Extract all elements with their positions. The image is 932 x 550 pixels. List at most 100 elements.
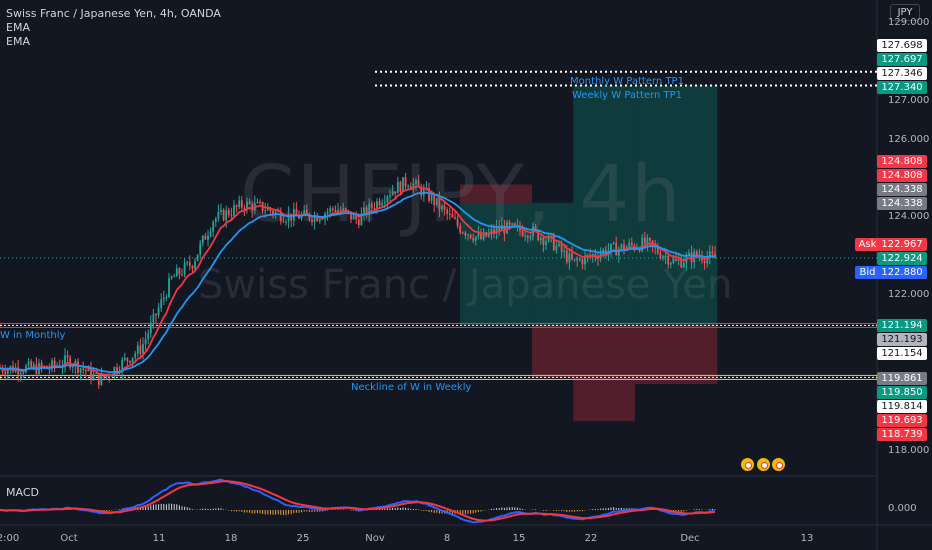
candle[interactable] [131,357,134,363]
ema-indicator-1[interactable]: EMA [6,21,221,35]
candle[interactable] [282,221,285,223]
candle[interactable] [433,194,436,206]
candle[interactable] [181,274,183,276]
candle[interactable] [225,210,228,221]
candle[interactable] [404,177,407,187]
candle[interactable] [144,338,147,345]
candle[interactable] [79,368,82,373]
candle[interactable] [477,233,480,237]
position-profit-zone[interactable] [460,202,533,326]
candle[interactable] [451,213,454,218]
candle[interactable] [363,207,365,214]
candle[interactable] [4,371,7,374]
candle[interactable] [539,237,542,241]
candle[interactable] [40,362,43,367]
candle[interactable] [334,210,337,212]
candle[interactable] [448,213,451,215]
candle[interactable] [430,194,433,201]
candle[interactable] [217,211,220,219]
candle[interactable] [664,255,667,257]
candle[interactable] [669,262,672,265]
candle[interactable] [415,180,417,184]
chart-canvas[interactable] [0,0,932,550]
candle[interactable] [662,256,664,259]
candle[interactable] [568,253,571,263]
candle[interactable] [248,201,251,204]
candle[interactable] [27,361,30,366]
candle[interactable] [191,265,194,269]
candle[interactable] [357,219,360,226]
candle[interactable] [209,231,212,236]
candle[interactable] [446,209,449,214]
candle[interactable] [573,258,576,260]
candle[interactable] [321,218,324,220]
candle[interactable] [438,198,441,210]
candle[interactable] [529,236,532,238]
candle[interactable] [92,373,95,379]
candle[interactable] [222,209,225,221]
candle[interactable] [95,372,98,374]
candle[interactable] [474,236,477,241]
candle[interactable] [259,201,261,203]
candle[interactable] [256,201,259,203]
candle[interactable] [456,218,459,226]
candle[interactable] [339,209,342,211]
candle[interactable] [649,237,651,241]
candle[interactable] [188,262,191,266]
candle[interactable] [672,258,675,263]
candle[interactable] [680,260,683,268]
candle[interactable] [30,361,33,368]
candle[interactable] [464,232,467,236]
candle[interactable] [581,259,584,265]
candle[interactable] [243,207,246,210]
candle[interactable] [610,243,612,251]
candle[interactable] [667,255,670,265]
candle[interactable] [344,208,347,211]
candle[interactable] [469,234,472,239]
candle[interactable] [628,242,631,247]
candle[interactable] [155,313,157,316]
position-loss-zone[interactable] [573,325,635,422]
candle[interactable] [204,235,207,240]
candle[interactable] [331,208,334,211]
candle[interactable] [129,360,131,363]
candle[interactable] [682,263,685,268]
neckline-annotation[interactable]: Neckline of W in Weekly [351,382,471,393]
candle[interactable] [165,297,168,299]
candle[interactable] [524,235,527,237]
candle[interactable] [19,373,22,375]
candle[interactable] [443,205,446,210]
candle[interactable] [53,360,56,366]
candle[interactable] [399,181,402,193]
candle[interactable] [578,259,581,261]
candle[interactable] [467,234,469,236]
candle[interactable] [521,230,524,236]
position-profit-zone[interactable] [634,85,718,326]
ema-indicator-2[interactable]: EMA [6,35,221,49]
candle[interactable] [391,191,394,196]
candle[interactable] [386,196,389,203]
candle[interactable] [394,191,397,194]
candle[interactable] [563,250,566,252]
candle[interactable] [576,258,579,261]
candle[interactable] [207,235,209,240]
candle[interactable] [311,219,313,223]
candle[interactable] [703,260,706,264]
candle[interactable] [251,203,254,211]
candle[interactable] [612,242,615,244]
symbol-title[interactable]: Swiss Franc / Japanese Yen, 4h, OANDA [6,7,221,21]
candle[interactable] [326,212,329,214]
candle[interactable] [147,333,150,339]
candle[interactable] [126,357,129,361]
candle[interactable] [461,232,464,234]
candle[interactable] [690,252,693,263]
w-monthly-annotation[interactable]: W in Monthly [0,330,65,341]
candle[interactable] [620,244,623,249]
candle[interactable] [162,297,165,300]
candle[interactable] [459,225,462,233]
candle[interactable] [178,268,181,275]
candle[interactable] [264,210,267,212]
candle[interactable] [186,262,189,264]
candle[interactable] [503,224,506,234]
candle[interactable] [402,177,404,193]
